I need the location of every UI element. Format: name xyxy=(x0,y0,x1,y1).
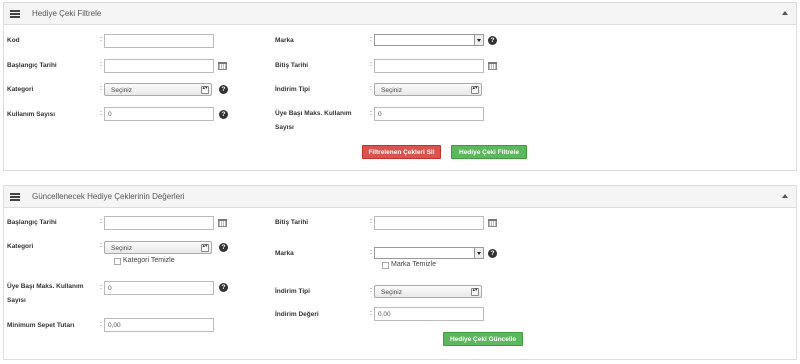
indirim-degeri-label: İndirim Değeri xyxy=(275,311,319,318)
colon: : xyxy=(370,310,372,317)
marka-label: Marka xyxy=(275,250,294,257)
indirim-tipi-label: İndirim Tipi xyxy=(275,288,310,295)
colon: : xyxy=(100,110,102,117)
colon: : xyxy=(100,218,102,225)
colon: : xyxy=(100,242,102,249)
baslangic-tarihi-label: Başlangıç Tarihi xyxy=(7,62,57,69)
filter-button[interactable]: Hediye Çeki Filtrele xyxy=(451,145,527,159)
indirim-degeri-input[interactable]: 0,00 xyxy=(374,307,484,321)
select-value: Seçiniz xyxy=(381,87,402,94)
uye-basi-label-line1: Üye Başı Maks. Kullanım xyxy=(7,283,84,290)
kullanim-sayisi-label: Kullanım Sayısı xyxy=(7,111,56,118)
colon: : xyxy=(100,321,102,328)
collapse-arrow-icon[interactable] xyxy=(782,194,788,198)
select-arrows-icon: ▴▾ xyxy=(471,288,479,296)
select-arrows-icon: ▴▾ xyxy=(201,86,209,94)
calendar-icon[interactable] xyxy=(488,62,497,70)
colon: : xyxy=(370,85,372,92)
colon: : xyxy=(370,249,372,256)
kullanim-sayisi-input[interactable]: 0 xyxy=(104,107,214,121)
bitis-tarihi-input[interactable] xyxy=(374,59,484,73)
kategori-label: Kategori xyxy=(7,86,34,93)
dropdown-arrow-icon xyxy=(474,248,483,258)
marka-label: Marka xyxy=(275,37,294,44)
marka-dropdown[interactable] xyxy=(374,247,484,259)
indirim-tipi-select[interactable]: Seçiniz ▴▾ xyxy=(374,83,482,96)
uye-basi-label-line1: Üye Başı Maks. Kullanım xyxy=(275,110,352,117)
panel-title: Güncellenecek Hediye Çeklerinin Değerler… xyxy=(32,192,185,201)
indirim-tipi-select[interactable]: Seçiniz ▴▾ xyxy=(374,285,482,298)
hamburger-menu-icon xyxy=(10,193,20,201)
bitis-tarihi-input[interactable] xyxy=(374,216,484,230)
update-button[interactable]: Hediye Çeki Güncelle xyxy=(443,332,523,346)
calendar-icon[interactable] xyxy=(218,219,227,227)
colon: : xyxy=(370,61,372,68)
clear-filtered-button[interactable]: Filtrelenen Çekleri Sil xyxy=(362,145,441,159)
kod-label: Kod xyxy=(7,37,20,44)
hamburger-menu-icon xyxy=(10,10,20,18)
filter-panel-header[interactable]: Hediye Çeki Filtrele xyxy=(4,3,796,25)
calendar-icon[interactable] xyxy=(488,219,497,227)
colon: : xyxy=(100,61,102,68)
collapse-arrow-icon[interactable] xyxy=(782,11,788,15)
select-arrows-icon: ▴▾ xyxy=(201,244,209,252)
help-icon[interactable]: ? xyxy=(219,85,228,94)
select-arrows-icon: ▴▾ xyxy=(471,86,479,94)
help-icon[interactable]: ? xyxy=(488,36,497,45)
uye-basi-input[interactable]: 0 xyxy=(374,107,484,121)
panel-title: Hediye Çeki Filtrele xyxy=(32,9,102,18)
select-value: Seçiniz xyxy=(111,245,132,252)
kategori-temizle-checkbox[interactable] xyxy=(114,258,121,265)
colon: : xyxy=(370,110,372,117)
help-icon[interactable]: ? xyxy=(488,249,497,258)
colon: : xyxy=(100,284,102,291)
bitis-tarihi-label: Bitiş Tarihi xyxy=(275,62,309,69)
indirim-tipi-label: İndirim Tipi xyxy=(275,86,310,93)
help-icon[interactable]: ? xyxy=(219,110,228,119)
help-icon[interactable]: ? xyxy=(219,243,228,252)
bitis-tarihi-label: Bitiş Tarihi xyxy=(275,219,309,226)
dropdown-arrow-icon xyxy=(474,35,483,45)
kategori-select[interactable]: Seçiniz ▴▾ xyxy=(104,241,212,254)
uye-basi-input[interactable]: 0 xyxy=(104,281,214,295)
kategori-temizle-label: Kategori Temizle xyxy=(123,257,175,264)
colon: : xyxy=(370,218,372,225)
min-sepet-label: Minimum Sepet Tutarı xyxy=(7,322,75,329)
baslangic-tarihi-input[interactable] xyxy=(104,216,214,230)
colon: : xyxy=(370,287,372,294)
kategori-label: Kategori xyxy=(7,243,34,250)
marka-temizle-label: Marka Temizle xyxy=(391,261,436,268)
min-sepet-input[interactable]: 0,00 xyxy=(104,318,214,332)
marka-dropdown[interactable] xyxy=(374,34,484,46)
uye-basi-label-line2: Sayısı xyxy=(275,124,294,131)
select-value: Seçiniz xyxy=(111,87,132,94)
uye-basi-label-line2: Sayısı xyxy=(7,297,26,304)
update-panel: Güncellenecek Hediye Çeklerinin Değerler… xyxy=(3,185,797,360)
calendar-icon[interactable] xyxy=(218,62,227,70)
baslangic-tarihi-label: Başlangıç Tarihi xyxy=(7,219,57,226)
colon: : xyxy=(100,36,102,43)
kategori-select[interactable]: Seçiniz ▴▾ xyxy=(104,83,212,96)
kod-input[interactable] xyxy=(104,34,214,48)
colon: : xyxy=(100,85,102,92)
help-icon[interactable]: ? xyxy=(219,283,228,292)
select-value: Seçiniz xyxy=(381,289,402,296)
baslangic-tarihi-input[interactable] xyxy=(104,59,214,73)
marka-temizle-checkbox[interactable] xyxy=(382,262,389,269)
update-panel-header[interactable]: Güncellenecek Hediye Çeklerinin Değerler… xyxy=(4,186,796,208)
colon: : xyxy=(370,36,372,43)
